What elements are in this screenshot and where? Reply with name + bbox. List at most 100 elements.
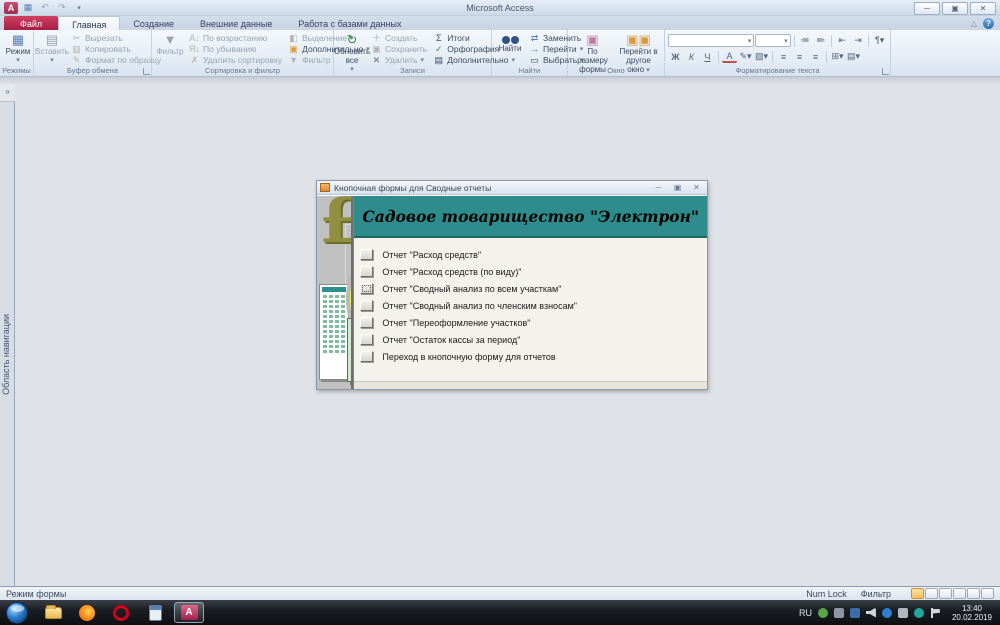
copy-button[interactable]: ▥ Копировать bbox=[69, 44, 163, 55]
tray-utility-icon[interactable] bbox=[834, 608, 844, 618]
bluetooth-icon[interactable] bbox=[882, 608, 892, 618]
pivot-table-view-button[interactable] bbox=[939, 588, 952, 599]
collapse-ribbon-icon[interactable]: △ bbox=[971, 19, 977, 28]
sort-descending-button[interactable]: Я↓ По убыванию bbox=[187, 44, 284, 55]
font-color-icon[interactable]: A bbox=[722, 50, 737, 63]
firefox-taskbar-icon[interactable] bbox=[72, 602, 102, 623]
network-icon[interactable] bbox=[898, 608, 908, 618]
undo-icon[interactable]: ↶ bbox=[38, 2, 52, 14]
refresh-all-button[interactable]: ↻ Обновить все ▾ bbox=[337, 32, 367, 66]
report-item-button[interactable] bbox=[360, 334, 373, 345]
tab-database-tools[interactable]: Работа с базами данных bbox=[285, 16, 414, 30]
save-record-button[interactable]: ▣ Сохранить bbox=[369, 44, 429, 55]
select-icon: ▭ bbox=[529, 55, 540, 65]
text-direction-icon[interactable]: ¶▾ bbox=[872, 34, 887, 47]
bullets-icon[interactable]: ≔ bbox=[798, 34, 813, 47]
tab-create[interactable]: Создание bbox=[120, 16, 187, 30]
cut-button[interactable]: ✂ Вырезать bbox=[69, 33, 163, 44]
delete-record-button[interactable]: ✕ Удалить ▾ bbox=[369, 54, 429, 65]
volume-icon[interactable] bbox=[866, 608, 876, 618]
form-close-button[interactable]: ✕ bbox=[689, 183, 704, 193]
tab-home[interactable]: Главная bbox=[58, 16, 120, 30]
layout-view-button[interactable] bbox=[967, 588, 980, 599]
access-app-icon[interactable]: A bbox=[4, 2, 18, 14]
bold-button[interactable]: Ж bbox=[668, 50, 683, 63]
font-size-combobox[interactable]: ▾ bbox=[755, 34, 790, 47]
tray-app-icon[interactable] bbox=[914, 608, 924, 618]
switchboard-footer bbox=[354, 381, 707, 389]
format-painter-label: Формат по образцу bbox=[85, 55, 161, 65]
size-to-fit-form-button[interactable]: ▣ По размеру формы bbox=[571, 32, 614, 66]
numbering-icon[interactable]: ≕ bbox=[813, 34, 828, 47]
tray-clock[interactable]: 13:40 20.02.2019 bbox=[946, 604, 992, 622]
report-item-button[interactable] bbox=[360, 283, 373, 294]
report-item[interactable]: Отчет "Расход средств (по виду)" bbox=[360, 263, 707, 280]
font-name-combobox[interactable]: ▾ bbox=[668, 34, 754, 47]
opera-taskbar-icon[interactable] bbox=[106, 602, 136, 623]
minimize-button[interactable]: ─ bbox=[914, 2, 940, 15]
nav-pane-expand-icon[interactable]: » bbox=[0, 84, 15, 102]
sort-ascending-button[interactable]: А↓ По возрастанию bbox=[187, 33, 284, 44]
design-view-button[interactable] bbox=[981, 588, 994, 599]
report-item[interactable]: Отчет "Остаток кассы за период" bbox=[360, 331, 707, 348]
restore-button[interactable]: ▣ bbox=[942, 2, 968, 15]
report-item[interactable]: Отчет "Сводный анализ по всем участкам" bbox=[360, 280, 707, 297]
new-record-button[interactable]: ＋ Создать bbox=[369, 33, 429, 44]
form-maximize-button[interactable]: ▣ bbox=[670, 183, 685, 193]
report-item-button[interactable] bbox=[360, 317, 373, 328]
gridlines-icon[interactable]: ⊞▾ bbox=[830, 50, 845, 63]
fill-color-icon[interactable]: ▨▾ bbox=[754, 50, 769, 63]
tray-antivirus-icon[interactable] bbox=[818, 608, 828, 618]
toggle-filter-label: Фильтр bbox=[302, 55, 331, 65]
highlight-icon[interactable]: ✎▾ bbox=[738, 50, 753, 63]
italic-button[interactable]: К bbox=[684, 50, 699, 63]
switchboard-titlebar[interactable]: Кнопочная формы для Сводные отчеты ─ ▣ ✕ bbox=[317, 181, 707, 195]
clear-sort-button[interactable]: ✗ Удалить сортировку bbox=[187, 54, 284, 65]
find-button[interactable]: Найти bbox=[495, 32, 525, 66]
help-icon[interactable]: ? bbox=[983, 18, 994, 29]
language-indicator[interactable]: RU bbox=[799, 608, 812, 618]
align-right-icon[interactable]: ≡ bbox=[808, 50, 823, 63]
report-item[interactable]: Отчет "Расход средств" bbox=[360, 246, 707, 263]
filter-button[interactable]: ▼ Фильтр bbox=[155, 32, 185, 66]
increase-indent-icon[interactable]: ⇥ bbox=[851, 34, 866, 47]
align-left-icon[interactable]: ≡ bbox=[776, 50, 791, 63]
tab-file[interactable]: Файл bbox=[4, 16, 58, 30]
clear-sort-icon: ✗ bbox=[189, 55, 200, 65]
pivot-chart-view-button[interactable] bbox=[953, 588, 966, 599]
alternate-row-color-icon[interactable]: ▤▾ bbox=[846, 50, 861, 63]
tray-display-icon[interactable] bbox=[850, 608, 860, 618]
align-center-icon[interactable]: ≡ bbox=[792, 50, 807, 63]
navigation-pane-collapsed[interactable]: » Область навигации bbox=[0, 84, 15, 586]
paste-button[interactable]: ▤ Вставить ▾ bbox=[37, 32, 67, 66]
report-item[interactable]: Отчет "Сводный анализ по членским взноса… bbox=[360, 297, 707, 314]
switch-windows-button[interactable]: ▣▣ Перейти в другое окно ▾ bbox=[616, 32, 661, 66]
explorer-taskbar-icon[interactable] bbox=[38, 602, 68, 623]
access-taskbar-icon[interactable]: A bbox=[174, 602, 204, 623]
view-button[interactable]: ▦ Режим ▾ bbox=[3, 32, 33, 66]
view-button-label: Режим bbox=[6, 47, 31, 56]
save-icon[interactable]: ▦ bbox=[21, 2, 35, 14]
report-item-button[interactable] bbox=[360, 300, 373, 311]
report-item-button[interactable] bbox=[360, 249, 373, 260]
report-item[interactable]: Переход в кнопочную форму для отчетов bbox=[360, 348, 707, 365]
form-minimize-button[interactable]: ─ bbox=[651, 183, 666, 193]
find-label: Найти bbox=[499, 44, 522, 53]
tab-external-data[interactable]: Внешние данные bbox=[187, 16, 285, 30]
start-button[interactable] bbox=[6, 602, 28, 624]
report-item[interactable]: Отчет "Переоформление участков" bbox=[360, 314, 707, 331]
form-view-button[interactable] bbox=[911, 588, 924, 599]
underline-button[interactable]: Ч bbox=[700, 50, 715, 63]
dialog-launcher-icon[interactable] bbox=[143, 68, 150, 75]
close-button[interactable]: ✕ bbox=[970, 2, 996, 15]
report-item-button[interactable] bbox=[360, 266, 373, 277]
redo-icon[interactable]: ↷ bbox=[55, 2, 69, 14]
datasheet-view-button[interactable] bbox=[925, 588, 938, 599]
dialog-launcher-icon[interactable] bbox=[882, 68, 889, 75]
decrease-indent-icon[interactable]: ⇤ bbox=[835, 34, 850, 47]
format-painter-button[interactable]: ✎ Формат по образцу bbox=[69, 54, 163, 65]
calculator-taskbar-icon[interactable] bbox=[140, 602, 170, 623]
action-center-flag-icon[interactable] bbox=[930, 608, 940, 618]
qat-customize-icon[interactable]: ▾ bbox=[72, 2, 86, 14]
report-item-button[interactable] bbox=[360, 351, 373, 362]
